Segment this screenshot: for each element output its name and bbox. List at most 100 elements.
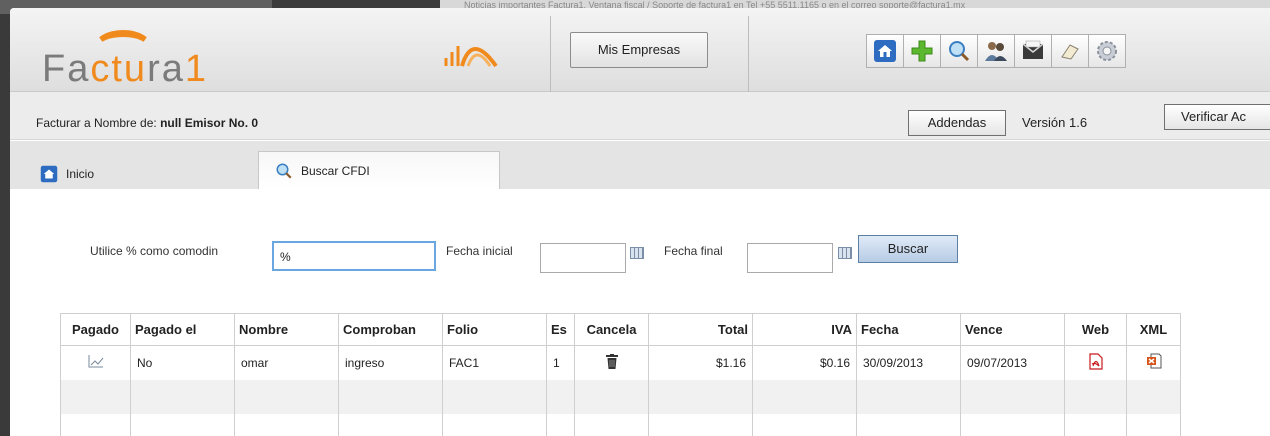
search-panel: Utilice % como comodin % Fecha inicial F…	[10, 189, 1270, 436]
empty-cell	[856, 379, 961, 414]
toolbar-settings-button[interactable]	[1088, 34, 1126, 68]
empty-cell	[338, 413, 443, 436]
empty-cell	[574, 379, 649, 414]
column-header[interactable]: IVA	[752, 313, 857, 346]
search-icon	[949, 41, 970, 62]
logo-text: ra	[147, 48, 185, 90]
fecha-inicial-label: Fecha inicial	[446, 244, 513, 258]
xml-cell[interactable]	[1126, 345, 1181, 380]
fecha-final-input[interactable]	[747, 243, 833, 273]
toolbar-envelope-button[interactable]	[1014, 34, 1052, 68]
column-header[interactable]: Cancela	[574, 313, 649, 346]
empty-cell	[1126, 413, 1181, 436]
tab-bar: Inicio Buscar CFDI	[10, 141, 1270, 189]
eraser-icon	[1061, 44, 1079, 60]
column-header[interactable]: Folio	[442, 313, 547, 346]
xml-icon	[1146, 353, 1161, 369]
table-row[interactable]: No omar ingreso FAC1 1 $1.16 $0.16 30/09…	[60, 345, 1181, 380]
column-header[interactable]: Total	[648, 313, 753, 346]
toolbar-home-button[interactable]	[866, 34, 904, 68]
app-window: Factura1 Mis Empresas Facturar a Nombre …	[10, 8, 1270, 436]
toolbar-users-button[interactable]	[977, 34, 1015, 68]
factura1-logo: Factura1	[42, 30, 208, 91]
verificar-button[interactable]: Verificar Ac	[1164, 104, 1270, 130]
header-separator	[550, 16, 551, 92]
column-header[interactable]: Pagado	[60, 313, 131, 346]
toolbar-search-button[interactable]	[940, 34, 978, 68]
nombre-cell: omar	[234, 345, 339, 380]
empty-cell	[1126, 379, 1181, 414]
envelope-icon	[1022, 40, 1044, 59]
empty-cell	[1064, 413, 1127, 436]
empty-cell	[648, 379, 753, 414]
empty-cell	[130, 413, 235, 436]
pagado-el-cell: No	[130, 345, 235, 380]
iva-cell: $0.16	[752, 345, 857, 380]
fecha-inicial-input[interactable]	[540, 243, 626, 273]
toolbar-add-button[interactable]	[903, 34, 941, 68]
column-header[interactable]: XML	[1126, 313, 1181, 346]
empty-cell	[752, 379, 857, 414]
header-bar: Factura1 Mis Empresas	[10, 8, 1270, 92]
tab-inicio[interactable]: Inicio	[40, 159, 94, 189]
empty-cell	[234, 413, 339, 436]
tab-inicio-label: Inicio	[66, 167, 95, 181]
fecha-final-label: Fecha final	[664, 244, 723, 258]
pdf-icon	[1088, 353, 1103, 370]
facturar-label: Facturar a Nombre de: null Emisor No. 0	[36, 116, 258, 130]
calendar-icon[interactable]	[838, 247, 852, 259]
empty-cell	[60, 379, 131, 414]
info-bar: Facturar a Nombre de: null Emisor No. 0 …	[10, 92, 1270, 140]
calendar-icon[interactable]	[630, 247, 644, 259]
comprobante-cell: ingreso	[338, 345, 443, 380]
mis-empresas-button[interactable]: Mis Empresas	[570, 32, 708, 68]
version-label: Versión 1.6	[1022, 115, 1088, 130]
column-header[interactable]: Comproban	[338, 313, 443, 346]
pagado-cell[interactable]	[60, 345, 131, 380]
tab-buscar-label: Buscar CFDI	[301, 163, 370, 178]
emisor-value: null Emisor No. 0	[160, 116, 259, 130]
empty-cell	[234, 379, 339, 414]
web-cell[interactable]	[1064, 345, 1127, 380]
table-row-empty	[60, 413, 1181, 436]
table-header-row: Pagado Pagado el Nombre Comproban Folio …	[60, 313, 1181, 346]
column-header[interactable]: Nombre	[234, 313, 339, 346]
trash-icon	[605, 353, 618, 369]
column-header[interactable]: Es	[546, 313, 575, 346]
empty-cell	[130, 379, 235, 414]
addendas-button[interactable]: Addendas	[908, 110, 1006, 136]
table-row-empty	[60, 379, 1181, 414]
comodin-label: Utilice % como comodin	[90, 244, 219, 258]
column-header[interactable]: Web	[1064, 313, 1127, 346]
logo-arc	[94, 30, 152, 64]
empty-cell	[546, 379, 575, 414]
column-header[interactable]: Pagado el	[130, 313, 235, 346]
empty-cell	[648, 413, 753, 436]
background-left	[0, 0, 10, 436]
tab-buscar-cfdi[interactable]: Buscar CFDI	[258, 151, 500, 189]
es-cell: 1	[546, 345, 575, 380]
logo-text: Fa	[42, 48, 91, 90]
empty-cell	[752, 413, 857, 436]
empty-cell	[60, 413, 131, 436]
toolbar	[866, 34, 1126, 68]
empty-cell	[960, 379, 1065, 414]
column-header[interactable]: Vence	[960, 313, 1065, 346]
facturar-label-text: Facturar a Nombre de:	[36, 116, 161, 130]
header-separator	[748, 16, 749, 92]
empty-cell	[856, 413, 961, 436]
empty-cell	[960, 413, 1065, 436]
empty-cell	[338, 379, 443, 414]
total-cell: $1.16	[648, 345, 753, 380]
buscar-button[interactable]: Buscar	[858, 235, 958, 263]
column-header[interactable]: Fecha	[856, 313, 961, 346]
home-icon	[874, 40, 896, 62]
gear-icon	[1097, 41, 1117, 61]
home-icon	[40, 165, 58, 183]
empty-cell	[1064, 379, 1127, 414]
fecha-cell: 30/09/2013	[856, 345, 961, 380]
cancela-cell[interactable]	[574, 345, 649, 380]
comodin-input[interactable]: %	[272, 241, 436, 271]
search-icon	[276, 163, 292, 179]
toolbar-eraser-button[interactable]	[1051, 34, 1089, 68]
